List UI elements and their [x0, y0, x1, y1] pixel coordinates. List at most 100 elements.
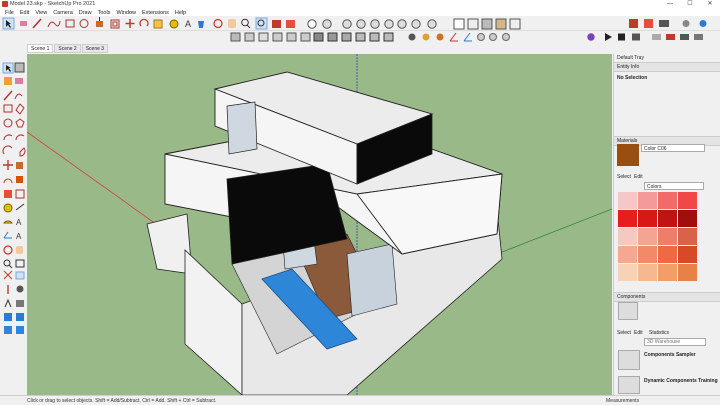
- smoove-icon[interactable]: [4, 326, 12, 334]
- drape-icon[interactable]: [286, 32, 297, 42]
- swatch[interactable]: [678, 192, 697, 209]
- monochrome-icon[interactable]: [509, 18, 521, 30]
- pan-tool-icon[interactable]: [228, 19, 236, 28]
- two-point-arc-icon[interactable]: [15, 134, 25, 141]
- material-library-select[interactable]: Colors: [644, 182, 704, 190]
- line-icon[interactable]: [3, 90, 13, 101]
- dynamic-components-link[interactable]: Dynamic Components Training: [644, 378, 718, 384]
- intersect-icon[interactable]: [327, 32, 338, 42]
- push-pull-icon[interactable]: [16, 162, 23, 169]
- extension-warehouse-icon[interactable]: [286, 20, 295, 28]
- components-select-tab[interactable]: Select: [617, 330, 631, 336]
- dimension-icon[interactable]: [15, 203, 25, 211]
- rectangle-tool-icon[interactable]: [65, 19, 75, 28]
- outliner-icon[interactable]: [680, 34, 689, 40]
- split-icon[interactable]: [383, 32, 394, 42]
- components-sampler-link[interactable]: Components Sampler: [644, 352, 696, 358]
- material-name-field[interactable]: Color C06: [641, 144, 705, 152]
- guides-icon[interactable]: [463, 32, 472, 42]
- shaded-icon[interactable]: [481, 18, 493, 30]
- move-icon[interactable]: [3, 160, 13, 170]
- orbit-icon[interactable]: [3, 245, 13, 255]
- swatch[interactable]: [618, 264, 637, 281]
- swatch[interactable]: [618, 192, 637, 209]
- swatch[interactable]: [658, 246, 677, 263]
- rotate-icon[interactable]: [3, 178, 13, 184]
- push-pull-tool-icon[interactable]: [96, 17, 103, 27]
- three-point-arc-icon[interactable]: [2, 145, 13, 155]
- follow-me-icon[interactable]: [16, 176, 23, 183]
- swatch[interactable]: [658, 264, 677, 281]
- select-icon[interactable]: [2, 62, 14, 74]
- swatch[interactable]: [638, 192, 657, 209]
- wireframe-icon[interactable]: [453, 18, 465, 30]
- offset-icon[interactable]: [15, 189, 25, 199]
- swatch[interactable]: [638, 228, 657, 245]
- section-plane-icon[interactable]: [427, 19, 437, 29]
- stamp-icon[interactable]: [16, 326, 24, 334]
- make-component-icon[interactable]: [14, 62, 25, 73]
- rectangle-icon[interactable]: [3, 104, 13, 113]
- axes-icon[interactable]: [3, 231, 12, 239]
- materials-edit-tab[interactable]: Edit: [634, 174, 643, 180]
- top-view-icon[interactable]: [356, 19, 366, 29]
- xray-icon[interactable]: [307, 19, 317, 29]
- swatch[interactable]: [678, 228, 697, 245]
- entity-info-header[interactable]: Entity Info: [614, 62, 720, 72]
- zoom-icon[interactable]: [3, 259, 13, 269]
- right-view-icon[interactable]: [384, 19, 394, 29]
- swatch[interactable]: [638, 246, 657, 263]
- swatch[interactable]: [618, 246, 637, 263]
- help-icon[interactable]: [699, 20, 707, 27]
- zoom-window-icon[interactable]: [15, 259, 25, 268]
- add-detail-icon[interactable]: [300, 32, 311, 42]
- paint-bucket-icon[interactable]: [4, 77, 12, 85]
- front-view-icon[interactable]: [370, 19, 380, 29]
- left-view-icon[interactable]: [411, 19, 421, 29]
- zoom-extents-icon[interactable]: [255, 17, 268, 30]
- stop-icon[interactable]: [618, 33, 625, 41]
- text-icon[interactable]: A: [16, 218, 22, 227]
- layout-icon[interactable]: [629, 19, 638, 28]
- axes-icon[interactable]: [449, 32, 458, 42]
- swatch[interactable]: [658, 210, 677, 227]
- tab-scene-2[interactable]: Scene 2: [54, 44, 81, 53]
- rotated-rectangle-icon[interactable]: [15, 103, 25, 115]
- polygon-icon[interactable]: [15, 118, 25, 128]
- materials-select-tab[interactable]: Select: [617, 174, 631, 180]
- swatch[interactable]: [638, 210, 657, 227]
- sandbox-from-contours-icon[interactable]: [230, 32, 241, 42]
- eraser-icon[interactable]: [15, 78, 23, 84]
- dimension-style-icon[interactable]: [652, 34, 661, 40]
- orbit-tool-icon[interactable]: [213, 18, 223, 29]
- swatch[interactable]: [638, 264, 657, 281]
- sun-icon[interactable]: [477, 33, 485, 41]
- swatch[interactable]: [618, 228, 637, 245]
- model-scene[interactable]: [27, 54, 612, 395]
- look-around-icon[interactable]: [16, 285, 24, 293]
- offset-tool-icon[interactable]: [110, 19, 120, 29]
- text-tool-icon[interactable]: A: [185, 19, 191, 29]
- swatch[interactable]: [658, 192, 677, 209]
- protractor-icon[interactable]: [2, 220, 14, 224]
- minimize-button[interactable]: —: [660, 0, 680, 9]
- warehouse-icon[interactable]: [272, 20, 281, 28]
- settings-icon[interactable]: [682, 20, 690, 27]
- subtract-icon[interactable]: [355, 32, 366, 42]
- select-tool-icon[interactable]: [2, 17, 15, 30]
- paint-bucket-icon[interactable]: [198, 21, 204, 28]
- hidden-line-icon[interactable]: [467, 18, 479, 30]
- union-icon[interactable]: [341, 32, 352, 42]
- line-tool-icon[interactable]: [32, 18, 42, 29]
- dynamic-components-thumbnail[interactable]: [618, 376, 640, 394]
- profile-icon[interactable]: [587, 33, 595, 41]
- match-photo-icon[interactable]: [436, 33, 444, 41]
- previous-view-icon[interactable]: [15, 271, 25, 280]
- move-tool-icon[interactable]: [125, 19, 135, 28]
- component-search-input[interactable]: [644, 338, 706, 346]
- swatch[interactable]: [678, 264, 697, 281]
- maximize-button[interactable]: ☐: [680, 0, 700, 9]
- swatch[interactable]: [678, 210, 697, 227]
- style-settings-icon[interactable]: [502, 33, 510, 41]
- swatch[interactable]: [618, 210, 637, 227]
